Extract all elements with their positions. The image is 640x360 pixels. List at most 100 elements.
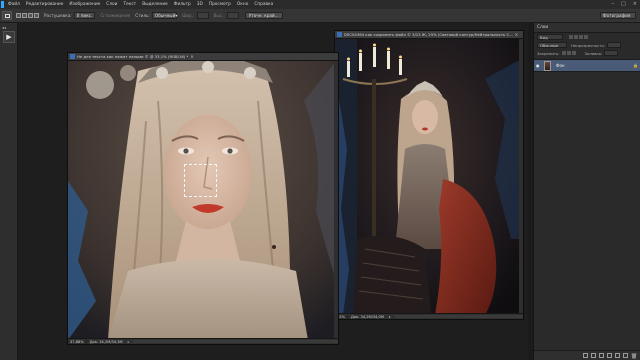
subtract-selection-icon[interactable]: [28, 13, 33, 18]
document-2-hscroll[interactable]: [394, 315, 523, 318]
document-1-hscroll[interactable]: [133, 340, 338, 343]
menu-edit[interactable]: Редактирование: [23, 2, 67, 7]
filter-adjust-icon[interactable]: [574, 35, 578, 39]
style-label: Стиль:: [135, 13, 150, 18]
new-group-icon[interactable]: [615, 353, 620, 358]
blend-mode-select[interactable]: Обычные: [537, 42, 567, 48]
layer-row-background[interactable]: ● Фон 🔒: [534, 59, 640, 72]
minimize-button[interactable]: –: [612, 1, 615, 7]
filter-shape-icon[interactable]: [584, 35, 588, 39]
document-workspace: DSC04364 как сохранить файл © 3/13 Ж, 25…: [18, 23, 528, 360]
menu-window[interactable]: Окно: [234, 2, 251, 7]
close-document-icon[interactable]: ×: [190, 54, 193, 59]
layers-panel-header: Слои: [534, 23, 640, 33]
rectangular-marquee-icon: [4, 13, 10, 18]
menu-layers[interactable]: Слои: [103, 2, 120, 7]
filter-type-icon[interactable]: [579, 35, 583, 39]
blend-row: Обычные Непрозрачность:: [534, 41, 640, 49]
refine-edge-button[interactable]: Уточн. край...: [244, 12, 283, 19]
width-input[interactable]: [196, 12, 209, 19]
document-1-vscroll[interactable]: [334, 61, 338, 338]
trash-icon[interactable]: [631, 353, 637, 359]
lock-all-icon[interactable]: [572, 51, 577, 55]
document-1-size: Док: 34,2M/34,3M: [89, 339, 123, 344]
tool-preset-picker[interactable]: [2, 11, 12, 20]
feather-label: Растушевка:: [44, 13, 72, 18]
move-tool-icon[interactable]: ▶: [3, 31, 15, 43]
lock-icon: 🔒: [633, 63, 638, 68]
document-2-title: DSC04364 как сохранить файл © 3/13 Ж, 25…: [344, 32, 513, 37]
collapse-toolbar-icon[interactable]: ◂◂: [2, 25, 6, 30]
lock-row: Закрепить: Заливка:: [534, 49, 640, 57]
document-icon: [70, 54, 75, 59]
document-window-1[interactable]: Не для текста как нажат пальми © @ 33,1%…: [67, 52, 339, 345]
menu-bar: Файл Редактирование Изображение Слои Тек…: [0, 0, 640, 9]
selection-mode-group: [16, 13, 39, 18]
menu-image[interactable]: Изображение: [66, 2, 103, 7]
opacity-input[interactable]: [607, 42, 622, 48]
visibility-eye-icon[interactable]: ●: [536, 63, 542, 68]
menu-3d[interactable]: 3D: [194, 2, 206, 7]
document-2-vscroll[interactable]: [519, 39, 523, 313]
fill-input[interactable]: [604, 50, 619, 56]
document-icon: [337, 32, 342, 37]
style-value: Обычный: [154, 13, 176, 18]
document-2-titlebar[interactable]: DSC04364 как сохранить файл © 3/13 Ж, 25…: [335, 31, 523, 39]
feather-input[interactable]: 0 пикс.: [73, 12, 96, 19]
menu-select[interactable]: Выделение: [139, 2, 171, 7]
maximize-button[interactable]: □: [621, 1, 626, 7]
document-1-titlebar[interactable]: Не для текста как нажат пальми © @ 33,1%…: [68, 53, 338, 61]
menu-filter[interactable]: Фильтр: [171, 2, 194, 7]
layers-filter-row: Вид: [534, 33, 640, 41]
menu-text[interactable]: Текст: [120, 2, 139, 7]
menu-help[interactable]: Справка: [251, 2, 276, 7]
status-menu-icon[interactable]: ▸: [389, 315, 391, 319]
width-label: Шир.:: [181, 13, 195, 18]
options-bar: Растушевка: 0 пикс. Сглаживание Стиль: О…: [0, 9, 640, 23]
document-window-2[interactable]: DSC04364 как сохранить файл © 3/13 Ж, 25…: [334, 30, 524, 320]
window-controls: – □ ×: [612, 1, 637, 7]
link-layers-icon[interactable]: [583, 353, 588, 358]
kind-filter-select[interactable]: Вид: [537, 34, 563, 40]
tools-panel: ◂◂ ▶: [0, 23, 18, 360]
portrait-photo-closeup: [68, 61, 334, 338]
new-selection-icon[interactable]: [16, 13, 21, 18]
layers-tab[interactable]: Слои: [537, 25, 548, 30]
menu-view[interactable]: Просмотр: [206, 2, 234, 7]
chevron-down-icon: ▾: [175, 13, 178, 18]
kind-filter-value: Вид: [540, 34, 548, 40]
adjustment-layer-icon[interactable]: [607, 353, 612, 358]
close-document-icon[interactable]: ×: [515, 32, 518, 37]
workspace-value: Фотография: [603, 13, 631, 18]
lock-position-icon[interactable]: [567, 51, 572, 55]
status-menu-icon[interactable]: ▸: [128, 340, 130, 344]
blend-mode-value: Обычные: [540, 42, 559, 48]
document-2-size: Док: 34,2M/34,0M: [351, 314, 384, 319]
add-selection-icon[interactable]: [22, 13, 27, 18]
close-button[interactable]: ×: [633, 1, 637, 7]
style-select[interactable]: Обычный ▾: [151, 12, 178, 19]
antialias-checkbox[interactable]: Сглаживание: [100, 13, 130, 18]
workspace-select[interactable]: Фотография: [600, 12, 636, 19]
document-1-zoom[interactable]: 37,88%: [68, 339, 87, 344]
layer-name[interactable]: Фон: [556, 63, 565, 68]
layers-panel: Слои Вид Обычные Непрозрачность: Закрепи…: [533, 23, 640, 360]
menu-file[interactable]: Файл: [5, 2, 23, 7]
rectangular-selection-marquee[interactable]: [184, 164, 217, 197]
document-1-statusbar: 37,88% Док: 34,2M/34,3M ▸: [68, 338, 338, 344]
layers-panel-footer: [534, 350, 640, 360]
layer-thumbnail: [544, 60, 551, 71]
layer-style-icon[interactable]: [591, 353, 596, 358]
filter-pixel-icon[interactable]: [569, 35, 573, 39]
document-1-canvas[interactable]: [68, 61, 334, 338]
add-mask-icon[interactable]: [599, 353, 604, 358]
portrait-photo-full: [335, 39, 519, 313]
document-2-canvas[interactable]: [335, 39, 519, 313]
lock-label: Закрепить:: [537, 50, 560, 56]
intersect-selection-icon[interactable]: [34, 13, 39, 18]
lock-pixels-icon[interactable]: [562, 51, 567, 55]
photoshop-logo-icon: [1, 1, 4, 8]
new-layer-icon[interactable]: [623, 353, 628, 358]
document-2-statusbar: 25% Док: 34,2M/34,0M ▸: [335, 313, 523, 319]
height-input[interactable]: [226, 12, 239, 19]
